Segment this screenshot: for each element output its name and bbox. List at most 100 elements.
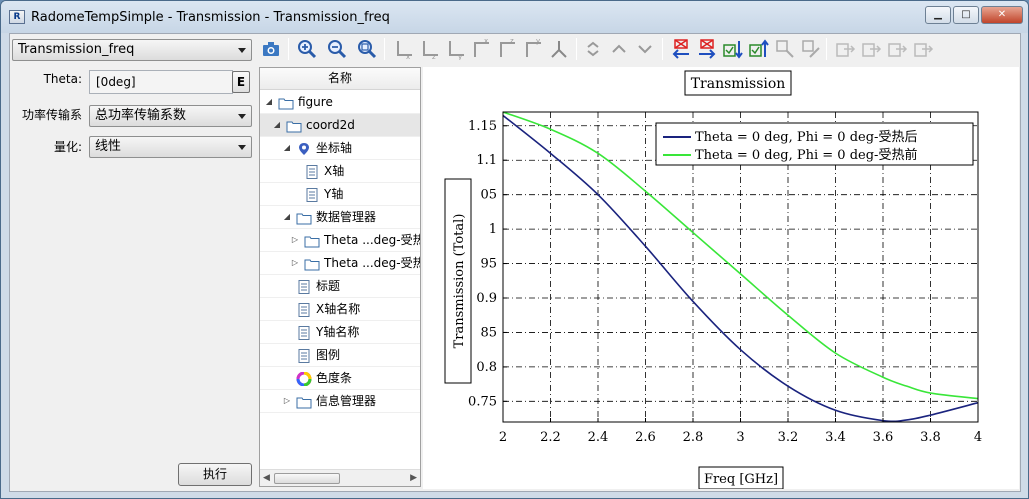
axis-z-icon[interactable]: z <box>418 38 440 61</box>
tree-item-x-axis[interactable]: X轴 <box>260 160 420 183</box>
close-button[interactable]: ✕ <box>981 6 1023 24</box>
arrow-up-down-icon[interactable] <box>582 38 604 60</box>
quant-label: 量化: <box>53 140 82 154</box>
tree-item-y-axis-name[interactable]: Y轴名称 <box>260 321 420 344</box>
pin-icon <box>296 141 312 155</box>
svg-text:x: x <box>406 53 410 60</box>
tree-horizontal-scrollbar[interactable]: ◀ ▶ <box>260 469 420 486</box>
toolbar-separator <box>288 38 289 60</box>
x-tick-label: 3.2 <box>778 430 799 445</box>
title-bar[interactable]: R RadomeTempSimple - Transmission - Tran… <box>1 1 1028 33</box>
marker-b-icon[interactable] <box>800 38 822 60</box>
expand-arrow-icon[interactable]: ◢ <box>282 137 292 159</box>
zoom-fit-icon[interactable] <box>356 38 378 60</box>
tree-item-title[interactable]: 标题 <box>260 275 420 298</box>
export4-icon[interactable] <box>912 38 934 60</box>
collapse-arrow-icon[interactable]: ▷ <box>290 252 300 274</box>
execute-button[interactable]: 执行 <box>178 463 252 486</box>
theta-label: Theta: <box>43 72 82 86</box>
svg-text:y: y <box>458 53 462 60</box>
tree-item-axes[interactable]: ◢ 坐标轴 <box>260 137 420 160</box>
folder-icon <box>296 210 312 225</box>
transmission-chart[interactable]: Transmission 2 2.2 2.4 2.6 2.8 3 3.2 3.4 3.6 3.8 4… <box>423 67 1019 490</box>
y-tick-label: 0.9 <box>476 291 497 306</box>
tree-item-label: Y轴名称 <box>316 325 360 339</box>
x-tick-label: 2.4 <box>588 430 609 445</box>
x-tick-label: 3.8 <box>920 430 941 445</box>
marker-left-icon[interactable] <box>670 38 692 60</box>
scroll-right-icon[interactable]: ▶ <box>410 473 417 483</box>
tree-item-info-manager[interactable]: ▷ 信息管理器 <box>260 390 420 413</box>
tree-item-label: 信息管理器 <box>316 394 377 408</box>
expand-arrow-icon[interactable]: ◢ <box>264 91 274 113</box>
tree-item-label: 坐标轴 <box>316 141 353 155</box>
tree-item-x-axis-name[interactable]: X轴名称 <box>260 298 420 321</box>
plot-toolbar: x z y x z y <box>260 34 1022 65</box>
toolbar-separator <box>662 38 663 60</box>
power-select[interactable]: 总功率传输系数 <box>89 105 252 127</box>
export-icon[interactable] <box>834 38 856 60</box>
toolbar-separator <box>576 38 577 60</box>
export3-icon[interactable] <box>886 38 908 60</box>
folder-icon <box>278 95 294 110</box>
marker-a-icon[interactable] <box>774 38 796 60</box>
scroll-thumb[interactable] <box>274 473 340 484</box>
y-tick-label: 1 <box>489 222 497 237</box>
quant-select-value: 线性 <box>95 139 122 154</box>
x-tick-label: 2.2 <box>540 430 561 445</box>
collapse-arrow-icon[interactable]: ▷ <box>290 229 300 251</box>
svg-text:y: y <box>536 38 540 45</box>
theta-field[interactable]: [0deg] <box>89 70 233 94</box>
result-select[interactable]: Transmission_freq <box>12 39 252 61</box>
x-axis-label: Freq [GHz] <box>704 472 778 487</box>
axis-x2-icon[interactable]: x <box>470 37 492 60</box>
expand-arrow-icon[interactable]: ◢ <box>282 206 292 228</box>
tree-item-y-axis[interactable]: Y轴 <box>260 183 420 206</box>
tree-item-legend[interactable]: 图例 <box>260 344 420 367</box>
power-select-value: 总功率传输系数 <box>95 108 187 123</box>
axis-x-icon[interactable]: x <box>392 38 414 61</box>
marker-down-icon[interactable] <box>722 38 744 60</box>
axis-3d-icon[interactable] <box>548 38 570 60</box>
arrow-down-icon[interactable] <box>634 38 656 60</box>
chart-legend: Theta = 0 deg, Phi = 0 deg-受热后 Theta = 0… <box>655 122 974 166</box>
quant-select[interactable]: 线性 <box>89 136 252 158</box>
y-axis-label: Transmission (Total) <box>452 214 467 349</box>
app-window: R RadomeTempSimple - Transmission - Tran… <box>0 0 1029 499</box>
arrow-up-icon[interactable] <box>608 38 630 60</box>
zoom-out-icon[interactable] <box>326 38 348 60</box>
axis-y2-icon[interactable]: y <box>522 37 544 60</box>
x-tick-label: 2.8 <box>683 430 704 445</box>
y-tick-label: 95 <box>480 257 497 272</box>
camera-icon[interactable] <box>260 38 282 60</box>
expression-button[interactable]: E <box>232 71 250 93</box>
marker-right-icon[interactable] <box>696 38 718 60</box>
x-tick-label: 3.6 <box>873 430 894 445</box>
y-tick-label: 0.8 <box>476 360 497 375</box>
scroll-left-icon[interactable]: ◀ <box>263 473 270 483</box>
zoom-in-icon[interactable] <box>296 38 318 60</box>
tree-item-colorbar[interactable]: 色度条 <box>260 367 420 390</box>
legend-label-heated: Theta = 0 deg, Phi = 0 deg-受热后 <box>695 130 917 145</box>
expand-arrow-icon[interactable]: ◢ <box>272 114 282 136</box>
maximize-button[interactable]: □ <box>953 6 979 24</box>
tree-item-label: 标题 <box>316 279 341 293</box>
axis-y-icon[interactable]: y <box>444 38 466 61</box>
marker-up-icon[interactable] <box>748 38 770 60</box>
tree-item-coord2d[interactable]: ◢ coord2d <box>260 114 420 137</box>
export2-icon[interactable] <box>860 38 882 60</box>
tree-item-label: Theta ...deg-受热 <box>324 256 421 270</box>
tree-item-data-manager[interactable]: ◢ 数据管理器 <box>260 206 420 229</box>
minimize-button[interactable]: ▁ <box>925 6 951 24</box>
svg-text:z: z <box>510 38 514 45</box>
document-icon <box>304 187 320 202</box>
tree-item-figure[interactable]: ◢ figure <box>260 91 420 114</box>
axis-z2-icon[interactable]: z <box>496 37 518 60</box>
colorwheel-icon <box>296 371 312 387</box>
window-title: RadomeTempSimple - Transmission - Transm… <box>31 10 390 25</box>
collapse-arrow-icon[interactable]: ▷ <box>282 390 292 412</box>
tree-item-series-unheated[interactable]: ▷ Theta ...deg-受热 <box>260 252 420 275</box>
tree-item-series-heated[interactable]: ▷ Theta ...deg-受热 <box>260 229 420 252</box>
plot-area[interactable]: Transmission 2 2.2 2.4 2.6 2.8 3 3.2 3.4 3.6 3.8 4… <box>423 67 1019 490</box>
x-tick-label: 4 <box>974 430 982 445</box>
